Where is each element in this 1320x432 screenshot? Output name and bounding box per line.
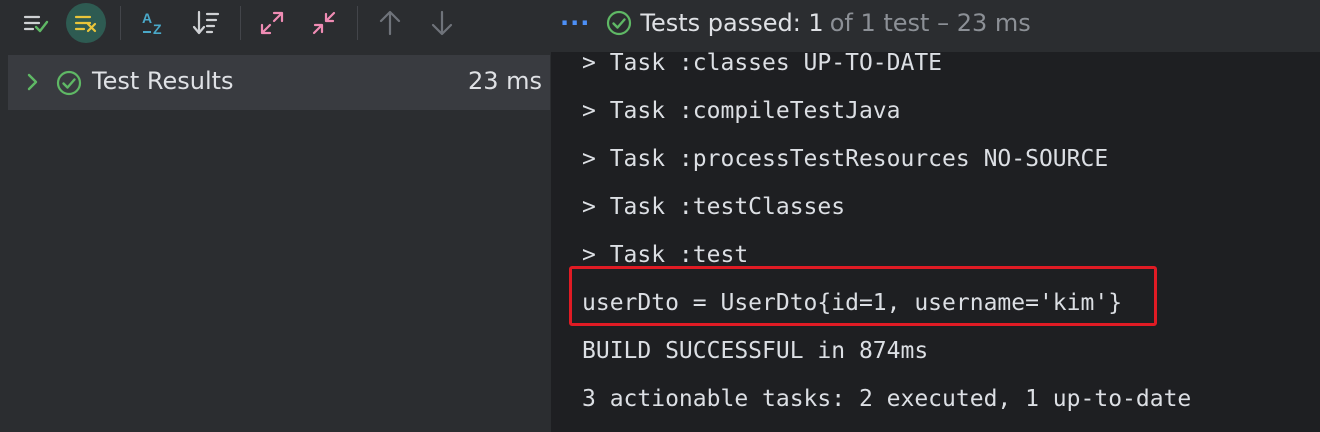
sort-by-duration-icon (192, 10, 220, 35)
toolbar-separator (120, 6, 121, 40)
test-tree-panel: Test Results 23 ms (8, 55, 550, 432)
arrow-up-icon (379, 10, 401, 36)
test-status-bar: ··· Tests passed: 1 of 1 test – 23 ms (560, 4, 1031, 42)
previous-failed-button[interactable] (370, 3, 410, 43)
svg-text:Z: Z (153, 21, 162, 37)
console-line: > Task :classes UP-TO-DATE (582, 52, 943, 76)
console-line: BUILD SUCCESSFUL in 874ms (582, 338, 929, 364)
tree-node-test-results[interactable]: Test Results 23 ms (8, 55, 550, 110)
more-options-button[interactable]: ··· (560, 9, 590, 37)
tests-count-label: of 1 test – 23 ms (829, 9, 1031, 37)
test-runner-toolbar: A Z ··· Tests passed: 1 of 1 test – 23 m… (0, 0, 1320, 46)
check-circle-icon (56, 70, 82, 100)
expand-all-icon (260, 11, 284, 35)
highlight-annotation-box (569, 266, 1157, 326)
console-line: 3 actionable tasks: 2 executed, 1 up-to-… (582, 386, 1192, 412)
show-ignored-icon (74, 15, 97, 33)
sort-by-duration-button[interactable] (186, 3, 226, 43)
console-output[interactable]: > Task :classes UP-TO-DATE > Task :compi… (552, 52, 1320, 432)
sort-alphabetically-icon: A Z (142, 10, 162, 37)
console-line: > Task :processTestResources NO-SOURCE (582, 146, 1109, 172)
tree-node-label: Test Results (92, 67, 234, 95)
collapse-all-icon (312, 11, 336, 35)
show-ignored-button[interactable] (66, 3, 106, 43)
sort-alphabetically-button[interactable]: A Z (134, 3, 174, 43)
show-passed-icon (23, 15, 49, 33)
toolbar-separator (357, 6, 358, 40)
toolbar-separator (240, 6, 241, 40)
console-line: > Task :test (582, 242, 749, 268)
expand-all-button[interactable] (252, 3, 292, 43)
tree-node-duration: 23 ms (467, 67, 542, 95)
next-failed-button[interactable] (422, 3, 462, 43)
collapse-all-button[interactable] (304, 3, 344, 43)
arrow-down-icon (431, 10, 453, 36)
console-line: > Task :testClasses (582, 194, 846, 220)
show-passed-button[interactable] (16, 3, 56, 43)
console-line: > Task :compileTestJava (582, 98, 901, 124)
chevron-right-icon[interactable] (26, 72, 40, 96)
check-circle-icon (606, 10, 632, 36)
tests-passed-label: Tests passed: 1 (640, 9, 824, 37)
svg-text:A: A (142, 10, 152, 26)
